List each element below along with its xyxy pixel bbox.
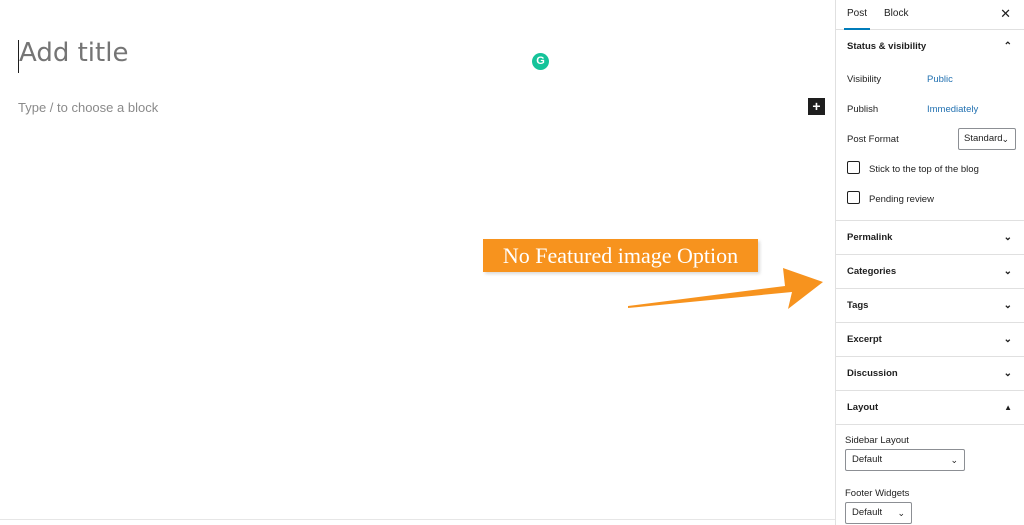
panel-title: Categories — [847, 266, 897, 277]
categories-panel-toggle[interactable]: Categories ⌄ — [836, 255, 1024, 289]
chevron-down-icon: ⌄ — [1003, 368, 1012, 379]
post-format-select[interactable]: Standard ⌄ — [958, 128, 1016, 150]
panel-title: Excerpt — [847, 334, 882, 345]
stick-to-top-label: Stick to the top of the blog — [869, 164, 979, 175]
sidebar-layout-select[interactable]: Default ⌄ — [845, 449, 965, 471]
stick-to-top-checkbox[interactable] — [847, 161, 860, 174]
tags-panel-toggle[interactable]: Tags ⌄ — [836, 289, 1024, 323]
excerpt-panel-toggle[interactable]: Excerpt ⌄ — [836, 323, 1024, 357]
panel-title: Layout — [847, 402, 879, 413]
permalink-panel-toggle[interactable]: Permalink ⌄ — [836, 221, 1024, 255]
panel-title: Permalink — [847, 232, 893, 243]
publish-date-link[interactable]: Immediately — [927, 104, 978, 115]
annotation-callout: No Featured image Option — [483, 239, 758, 272]
visibility-label: Visibility — [847, 74, 882, 85]
footer-widgets-select[interactable]: Default ⌄ — [845, 502, 912, 524]
chevron-down-icon: ⌄ — [950, 455, 958, 465]
panel-title: Discussion — [847, 368, 898, 379]
block-placeholder[interactable]: Type / to choose a block — [18, 100, 158, 115]
discussion-panel-toggle[interactable]: Discussion ⌄ — [836, 357, 1024, 391]
chevron-down-icon: ⌄ — [1003, 232, 1012, 243]
status-visibility-toggle[interactable]: Status & visibility ⌃ — [836, 30, 1024, 63]
pending-review-label: Pending review — [869, 194, 934, 205]
footer-widgets-value: Default — [852, 507, 883, 518]
visibility-link[interactable]: Public — [927, 74, 953, 85]
pending-review-checkbox[interactable] — [847, 191, 860, 204]
chevron-down-icon: ⌄ — [1003, 300, 1012, 311]
footer-widgets-label: Footer Widgets — [845, 488, 910, 499]
caret-up-icon: ▲ — [1004, 403, 1012, 412]
add-block-button[interactable]: + — [808, 98, 825, 115]
tab-post[interactable]: Post — [843, 0, 871, 30]
sidebar-tabs: Post Block ✕ — [836, 0, 1024, 30]
publish-label: Publish — [847, 104, 879, 115]
tab-block[interactable]: Block — [884, 0, 908, 29]
panel-title: Tags — [847, 300, 869, 311]
chevron-down-icon: ⌄ — [897, 508, 905, 518]
layout-panel-toggle[interactable]: Layout ▲ — [836, 391, 1024, 425]
editor-bottom-divider — [0, 519, 835, 520]
sidebar-layout-value: Default — [852, 454, 883, 465]
post-title-input[interactable]: Add title — [19, 38, 128, 68]
sidebar-layout-label: Sidebar Layout — [845, 435, 909, 446]
panel-title: Status & visibility — [847, 41, 927, 52]
settings-sidebar: Post Block ✕ Status & visibility ⌃ Visib… — [835, 0, 1024, 525]
status-visibility-panel: Status & visibility ⌃ Visibility Public … — [836, 30, 1024, 221]
chevron-down-icon: ⌄ — [1003, 266, 1012, 277]
chevron-down-icon: ⌄ — [1001, 134, 1009, 144]
chevron-down-icon: ⌄ — [1003, 334, 1012, 345]
close-icon[interactable]: ✕ — [1000, 0, 1011, 28]
post-format-value: Standard — [964, 133, 1003, 144]
grammarly-icon[interactable]: G — [532, 53, 549, 70]
layout-panel: Sidebar Layout Default ⌄ Footer Widgets … — [836, 425, 1024, 525]
chevron-up-icon: ⌃ — [1003, 41, 1012, 52]
post-format-label: Post Format — [847, 134, 899, 145]
